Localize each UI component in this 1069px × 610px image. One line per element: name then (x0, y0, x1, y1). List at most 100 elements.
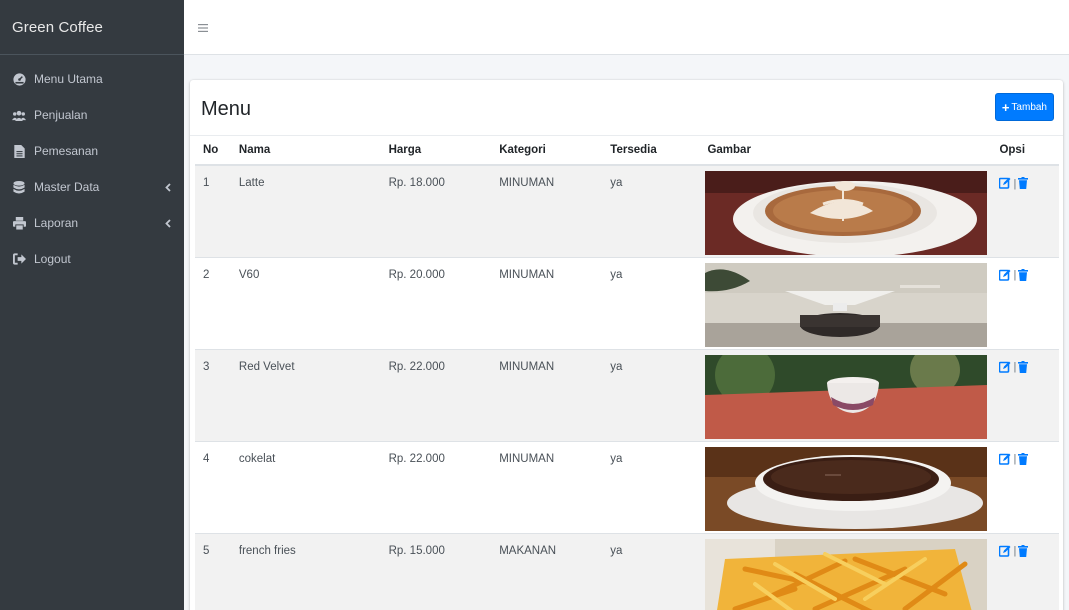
sidebar-item-menu-utama[interactable]: Menu Utama (0, 61, 184, 97)
cell-harga: Rp. 22.000 (380, 348, 492, 441)
top-navbar (184, 0, 1069, 55)
cell-kategori: MINUMAN (491, 164, 603, 257)
column-header-kategori[interactable]: Kategori (491, 136, 603, 166)
cell-no: 3 (195, 348, 231, 441)
column-header-gambar[interactable]: Gambar (699, 136, 992, 166)
cell-no: 4 (195, 440, 231, 533)
sidebar: Green Coffee Menu Utama Penjualan Pemesa… (0, 0, 184, 610)
cell-nama: french fries (230, 532, 381, 610)
cell-tersedia: ya (602, 164, 700, 257)
table-header-row: No Nama Harga Kategori Tersedia Gambar O… (195, 136, 1059, 166)
cell-tersedia: ya (602, 256, 700, 349)
edit-icon[interactable] (999, 453, 1011, 466)
tachometer-icon (12, 72, 26, 86)
sidebar-item-label: Penjualan (34, 108, 88, 122)
sidebar-item-label: Pemesanan (34, 144, 99, 158)
page-title: Menu (201, 98, 252, 120)
file-icon (12, 144, 26, 158)
cell-no: 1 (195, 164, 231, 257)
table-row: 3 Red Velvet Rp. 22.000 MINUMAN ya | (195, 348, 1059, 441)
brand-text: Green Coffee (12, 18, 103, 36)
hamburger-menu-icon[interactable] (198, 20, 210, 32)
cokelat-photo (705, 446, 988, 531)
cell-harga: Rp. 15.000 (380, 532, 492, 610)
brand-link[interactable]: Green Coffee (0, 0, 184, 55)
cell-opsi: | (991, 164, 1059, 257)
cell-no: 5 (195, 532, 231, 610)
table-row: 4 cokelat Rp. 22.000 MINUMAN ya | (195, 440, 1059, 533)
plus-icon: + (1001, 99, 1010, 115)
cell-kategori: MAKANAN (491, 532, 603, 610)
edit-icon[interactable] (999, 545, 1011, 558)
add-button-label: Tambah (1011, 101, 1047, 113)
sign-out-icon (12, 252, 26, 266)
trash-icon[interactable] (1018, 360, 1030, 374)
cell-gambar (699, 348, 992, 441)
sidebar-item-penjualan[interactable]: Penjualan (0, 97, 184, 133)
card-header: Menu + Tambah (190, 80, 1063, 136)
sidebar-item-label: Laporan (34, 216, 79, 230)
table-row: 2 V60 Rp. 20.000 MINUMAN ya | (195, 256, 1059, 349)
column-header-no[interactable]: No (195, 136, 231, 166)
column-header-nama[interactable]: Nama (230, 136, 381, 166)
table-row: 1 Latte Rp. 18.000 MINUMAN ya | (195, 164, 1059, 257)
sidebar-item-label: Logout (34, 252, 71, 266)
cell-nama: cokelat (230, 440, 381, 533)
cell-nama: Red Velvet (230, 348, 381, 441)
trash-icon[interactable] (1018, 452, 1030, 466)
chevron-left-icon (164, 217, 172, 229)
menu-table: No Nama Harga Kategori Tersedia Gambar O… (195, 136, 1059, 610)
sidebar-item-label: Master Data (34, 180, 100, 194)
sidebar-item-logout[interactable]: Logout (0, 241, 184, 277)
cell-gambar (699, 532, 992, 610)
red-velvet-photo (705, 354, 988, 439)
column-header-opsi[interactable]: Opsi (991, 136, 1059, 166)
cell-opsi: | (991, 440, 1059, 533)
cell-opsi: | (991, 532, 1059, 610)
menu-card: Menu + Tambah No Nama Harga Kategori Ter… (190, 80, 1063, 610)
sidebar-item-master-data[interactable]: Master Data (0, 169, 184, 205)
sidebar-item-laporan[interactable]: Laporan (0, 205, 184, 241)
latte-photo (705, 171, 988, 255)
cell-opsi: | (991, 256, 1059, 349)
cell-harga: Rp. 22.000 (380, 440, 492, 533)
trash-icon[interactable] (1018, 268, 1030, 282)
cell-nama: V60 (230, 256, 381, 349)
edit-icon[interactable] (999, 177, 1011, 190)
table-row: 5 french fries Rp. 15.000 MAKANAN ya | (195, 532, 1059, 610)
trash-icon[interactable] (1018, 544, 1030, 558)
edit-icon[interactable] (999, 269, 1011, 282)
sidebar-item-pemesanan[interactable]: Pemesanan (0, 133, 184, 169)
column-header-tersedia[interactable]: Tersedia (602, 136, 700, 166)
action-separator: | (1013, 545, 1017, 557)
v60-photo (705, 262, 988, 347)
action-separator: | (1013, 177, 1017, 190)
action-separator: | (1013, 453, 1017, 465)
column-header-harga[interactable]: Harga (380, 136, 492, 166)
cell-no: 2 (195, 256, 231, 349)
cell-kategori: MINUMAN (491, 256, 603, 349)
action-separator: | (1013, 361, 1017, 373)
cell-kategori: MINUMAN (491, 348, 603, 441)
cell-harga: Rp. 18.000 (380, 164, 492, 257)
print-icon (12, 216, 26, 230)
cell-tersedia: ya (602, 348, 700, 441)
trash-icon[interactable] (1018, 177, 1030, 190)
cell-gambar (699, 440, 992, 533)
cell-gambar (699, 164, 992, 257)
cell-nama: Latte (230, 164, 381, 257)
action-separator: | (1013, 269, 1017, 281)
cell-gambar (699, 256, 992, 349)
cell-tersedia: ya (602, 532, 700, 610)
sidebar-item-label: Menu Utama (34, 72, 103, 86)
chevron-left-icon (164, 181, 172, 193)
cell-tersedia: ya (602, 440, 700, 533)
add-menu-button[interactable]: + Tambah (994, 93, 1054, 121)
cell-harga: Rp. 20.000 (380, 256, 492, 349)
users-icon (12, 108, 26, 122)
database-icon (12, 180, 26, 194)
edit-icon[interactable] (999, 361, 1011, 374)
cell-kategori: MINUMAN (491, 440, 603, 533)
french-fries-photo (705, 538, 988, 610)
sidebar-nav: Menu Utama Penjualan Pemesanan Master Da… (0, 55, 184, 277)
